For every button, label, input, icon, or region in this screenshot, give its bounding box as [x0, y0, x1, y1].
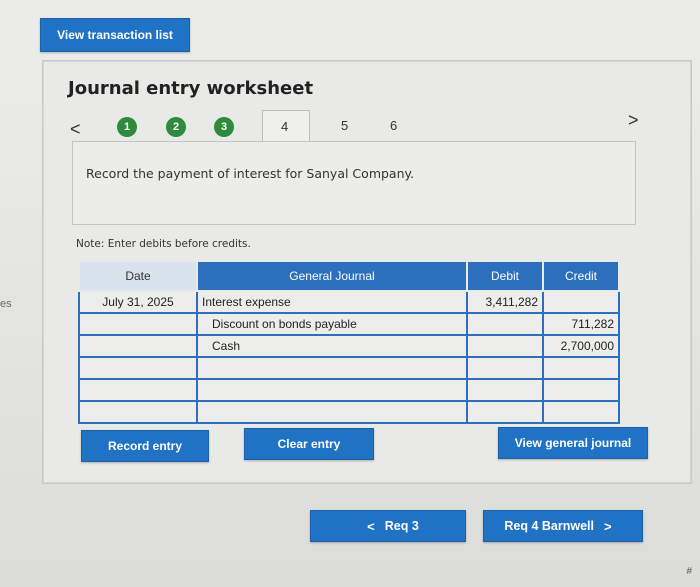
instruction-text: Record the payment of interest for Sanya…: [86, 166, 415, 181]
account-cell[interactable]: Cash: [196, 334, 468, 358]
view-general-journal-button[interactable]: View general journal: [498, 427, 648, 459]
column-header-credit: Credit: [542, 260, 620, 292]
table-row: [78, 356, 620, 380]
date-cell[interactable]: [78, 356, 198, 380]
account-cell[interactable]: [196, 400, 468, 424]
step-2-completed[interactable]: 2: [166, 117, 186, 137]
clipped-side-text: es: [0, 298, 12, 310]
next-requirement-button[interactable]: Req 4 Barnwell >: [483, 510, 643, 542]
prev-step-arrow-icon[interactable]: <: [70, 119, 81, 140]
chevron-left-icon: <: [367, 518, 375, 534]
note-text: Note: Enter debits before credits.: [76, 238, 251, 250]
table-row: [78, 378, 620, 402]
next-step-arrow-icon[interactable]: >: [628, 110, 639, 131]
step-4-label: 4: [281, 119, 289, 134]
instruction-box: [72, 141, 636, 225]
clear-entry-button[interactable]: Clear entry: [244, 428, 374, 460]
credit-cell[interactable]: [542, 290, 620, 314]
date-cell[interactable]: [78, 312, 198, 336]
table-row: Discount on bonds payable 711,282: [78, 312, 620, 336]
credit-cell[interactable]: [542, 378, 620, 402]
date-cell[interactable]: [78, 334, 198, 358]
debit-cell[interactable]: [466, 312, 544, 336]
date-cell[interactable]: [78, 378, 198, 402]
credit-cell[interactable]: [542, 356, 620, 380]
corner-mark: #: [686, 566, 692, 577]
credit-cell[interactable]: 711,282: [542, 312, 620, 336]
debit-cell[interactable]: [466, 356, 544, 380]
account-cell[interactable]: [196, 378, 468, 402]
prev-requirement-button[interactable]: < Req 3: [310, 510, 466, 542]
worksheet-title: Journal entry worksheet: [68, 78, 314, 99]
next-requirement-label: Req 4 Barnwell: [504, 519, 595, 533]
credit-cell[interactable]: 2,700,000: [542, 334, 620, 358]
chevron-right-icon: >: [604, 518, 612, 534]
account-cell[interactable]: Interest expense: [196, 290, 468, 314]
step-1-completed[interactable]: 1: [117, 117, 137, 137]
record-entry-button[interactable]: Record entry: [81, 430, 209, 462]
account-cell[interactable]: [196, 356, 468, 380]
debit-cell[interactable]: [466, 334, 544, 358]
step-3-completed[interactable]: 3: [214, 117, 234, 137]
debit-cell[interactable]: [466, 378, 544, 402]
journal-table: Date General Journal Debit Credit July 3…: [78, 260, 620, 424]
debit-cell[interactable]: 3,411,282: [466, 290, 544, 314]
date-cell[interactable]: July 31, 2025: [78, 290, 198, 314]
view-transaction-list-button[interactable]: View transaction list: [40, 18, 190, 52]
account-cell[interactable]: Discount on bonds payable: [196, 312, 468, 336]
column-header-debit: Debit: [466, 260, 544, 292]
table-row: July 31, 2025 Interest expense 3,411,282: [78, 290, 620, 314]
date-cell[interactable]: [78, 400, 198, 424]
table-row: Cash 2,700,000: [78, 334, 620, 358]
column-header-general-journal: General Journal: [196, 260, 468, 292]
step-5[interactable]: 5: [341, 118, 348, 133]
table-row: [78, 400, 620, 424]
debit-cell[interactable]: [466, 400, 544, 424]
prev-requirement-label: Req 3: [384, 519, 419, 533]
column-header-date: Date: [78, 260, 198, 292]
credit-cell[interactable]: [542, 400, 620, 424]
step-6[interactable]: 6: [390, 118, 397, 133]
